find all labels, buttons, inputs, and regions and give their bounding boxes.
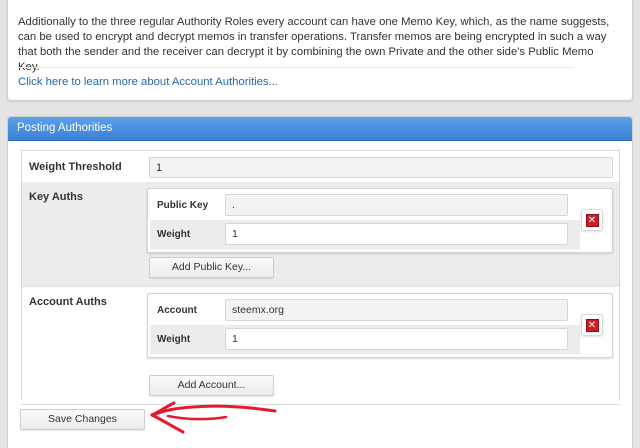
account-auths-row: Account Auths Account steemx.org Weight … xyxy=(22,286,619,400)
memo-key-info-panel: Additionally to the three regular Author… xyxy=(7,0,633,101)
learn-more-link[interactable]: Click here to learn more about Account A… xyxy=(18,76,278,88)
posting-authorities-panel: Posting Authorities Weight Threshold 1 K… xyxy=(7,116,633,448)
account-label: Account xyxy=(157,305,197,316)
weight-threshold-label: Weight Threshold xyxy=(29,161,122,173)
delete-key-button[interactable]: ✕ xyxy=(581,209,603,231)
weight-threshold-input[interactable]: 1 xyxy=(149,157,613,178)
memo-key-description: Additionally to the three regular Author… xyxy=(18,16,610,73)
info-divider xyxy=(18,67,572,68)
key-auth-entry: Public Key . Weight 1 ✕ xyxy=(147,188,613,253)
account-auths-label: Account Auths xyxy=(29,296,107,308)
authorities-table: Weight Threshold 1 Key Auths Public Key … xyxy=(21,150,620,400)
add-account-button[interactable]: Add Account... xyxy=(149,375,274,396)
public-key-row: Public Key . xyxy=(150,191,580,220)
delete-x-icon: ✕ xyxy=(585,318,599,332)
delete-x-icon: ✕ xyxy=(585,213,599,227)
key-auths-label: Key Auths xyxy=(29,191,83,203)
account-auth-entry: Account steemx.org Weight 1 ✕ xyxy=(147,293,613,358)
account-weight-label: Weight xyxy=(157,334,191,345)
save-divider xyxy=(21,404,620,405)
posting-authorities-title: Posting Authorities xyxy=(8,117,632,141)
key-weight-input[interactable]: 1 xyxy=(225,223,568,245)
account-input[interactable]: steemx.org xyxy=(225,299,568,321)
public-key-input[interactable]: . xyxy=(225,194,568,216)
key-auths-row: Key Auths Public Key . Weight 1 ✕ Add Pu… xyxy=(22,182,619,286)
add-public-key-button[interactable]: Add Public Key... xyxy=(149,257,274,278)
key-weight-label: Weight xyxy=(157,229,191,240)
red-arrow-annotation-icon xyxy=(150,401,277,434)
key-weight-row: Weight 1 xyxy=(150,220,580,249)
save-changes-button[interactable]: Save Changes xyxy=(20,409,145,430)
account-weight-row: Weight 1 xyxy=(150,325,580,354)
account-row: Account steemx.org xyxy=(150,296,580,325)
account-weight-input[interactable]: 1 xyxy=(225,328,568,350)
public-key-label: Public Key xyxy=(157,200,209,211)
weight-threshold-row: Weight Threshold 1 xyxy=(22,151,619,182)
delete-account-button[interactable]: ✕ xyxy=(581,314,603,336)
